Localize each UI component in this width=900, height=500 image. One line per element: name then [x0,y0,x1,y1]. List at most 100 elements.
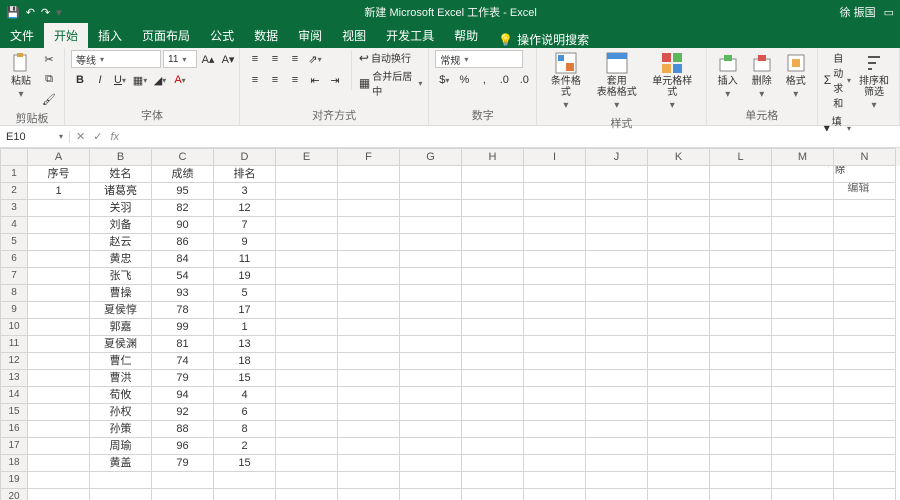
cell[interactable] [834,268,896,285]
cell[interactable] [586,319,648,336]
tab-formulas[interactable]: 公式 [200,23,244,48]
cell[interactable] [400,438,462,455]
cell[interactable] [586,302,648,319]
cell[interactable] [338,251,400,268]
cell[interactable] [524,489,586,500]
cell[interactable] [586,404,648,421]
cell[interactable] [524,370,586,387]
cell[interactable] [276,489,338,500]
cell[interactable]: 曹仁 [90,353,152,370]
align-bottom-button[interactable]: ≡ [286,50,304,68]
cell[interactable] [400,472,462,489]
cell[interactable] [276,217,338,234]
cell[interactable]: 93 [152,285,214,302]
cell[interactable] [586,200,648,217]
cell[interactable] [710,319,772,336]
cell[interactable] [586,285,648,302]
align-center-button[interactable]: ≡ [266,71,284,89]
cell[interactable] [400,455,462,472]
cell[interactable] [524,319,586,336]
cell[interactable] [710,302,772,319]
cell[interactable] [586,251,648,268]
cell[interactable] [338,472,400,489]
cell[interactable] [214,489,276,500]
cell[interactable] [586,455,648,472]
cell[interactable]: 19 [214,268,276,285]
cell[interactable] [834,251,896,268]
cell[interactable] [772,404,834,421]
cell[interactable] [400,200,462,217]
cell[interactable]: 曹洪 [90,370,152,387]
cell[interactable] [524,251,586,268]
cell[interactable] [834,200,896,217]
cell[interactable] [524,200,586,217]
cell[interactable]: 周瑜 [90,438,152,455]
cell[interactable]: 94 [152,387,214,404]
format-painter-button[interactable]: 🖌 [40,90,58,108]
bold-button[interactable]: B [71,71,89,89]
cell[interactable] [834,404,896,421]
align-left-button[interactable]: ≡ [246,71,264,89]
cell[interactable] [834,438,896,455]
cell[interactable] [462,234,524,251]
tab-review[interactable]: 审阅 [288,23,332,48]
cell[interactable] [462,472,524,489]
name-box[interactable]: E10▾ [0,131,70,143]
percent-button[interactable]: % [455,71,473,89]
col-header-J[interactable]: J [586,148,648,166]
cell[interactable] [648,404,710,421]
cell[interactable] [834,336,896,353]
table-format-button[interactable]: 套用 表格格式▾ [593,50,641,113]
cell[interactable]: 序号 [28,166,90,183]
copy-button[interactable]: ⧉ [40,70,58,88]
col-header-E[interactable]: E [276,148,338,166]
cell[interactable] [586,166,648,183]
cell[interactable] [152,472,214,489]
cell[interactable] [834,455,896,472]
cell[interactable] [338,302,400,319]
cell[interactable]: 排名 [214,166,276,183]
cell[interactable]: 96 [152,438,214,455]
cell[interactable] [586,336,648,353]
cell[interactable]: 5 [214,285,276,302]
cell[interactable] [772,387,834,404]
cell[interactable]: 9 [214,234,276,251]
cell[interactable] [400,251,462,268]
cell[interactable]: 4 [214,387,276,404]
cell[interactable]: 黄盖 [90,455,152,472]
cell[interactable] [462,455,524,472]
cell[interactable] [462,370,524,387]
cell[interactable] [710,336,772,353]
cell[interactable]: 11 [214,251,276,268]
delete-cells-button[interactable]: 删除▾ [747,50,777,102]
cell[interactable] [400,336,462,353]
cell[interactable] [276,200,338,217]
cell[interactable] [586,268,648,285]
cell[interactable] [834,370,896,387]
cell[interactable] [710,251,772,268]
cell[interactable]: 18 [214,353,276,370]
col-header-C[interactable]: C [152,148,214,166]
cell[interactable] [772,234,834,251]
row-header[interactable]: 5 [0,234,28,251]
cell[interactable] [338,217,400,234]
cell[interactable] [90,489,152,500]
tab-dev[interactable]: 开发工具 [376,23,444,48]
cell[interactable] [462,319,524,336]
cell[interactable]: 99 [152,319,214,336]
cell[interactable]: 15 [214,370,276,387]
cell[interactable] [648,438,710,455]
cell[interactable] [834,166,896,183]
cell[interactable] [524,183,586,200]
row-header[interactable]: 13 [0,370,28,387]
fx-icon[interactable]: fx [110,131,119,143]
cell[interactable]: 13 [214,336,276,353]
cell[interactable] [586,234,648,251]
cell[interactable] [338,319,400,336]
formula-input[interactable] [127,131,894,143]
cell[interactable] [338,200,400,217]
cell[interactable] [462,353,524,370]
cell[interactable] [400,319,462,336]
cell[interactable]: 92 [152,404,214,421]
inc-decimal-button[interactable]: .0 [495,71,513,89]
